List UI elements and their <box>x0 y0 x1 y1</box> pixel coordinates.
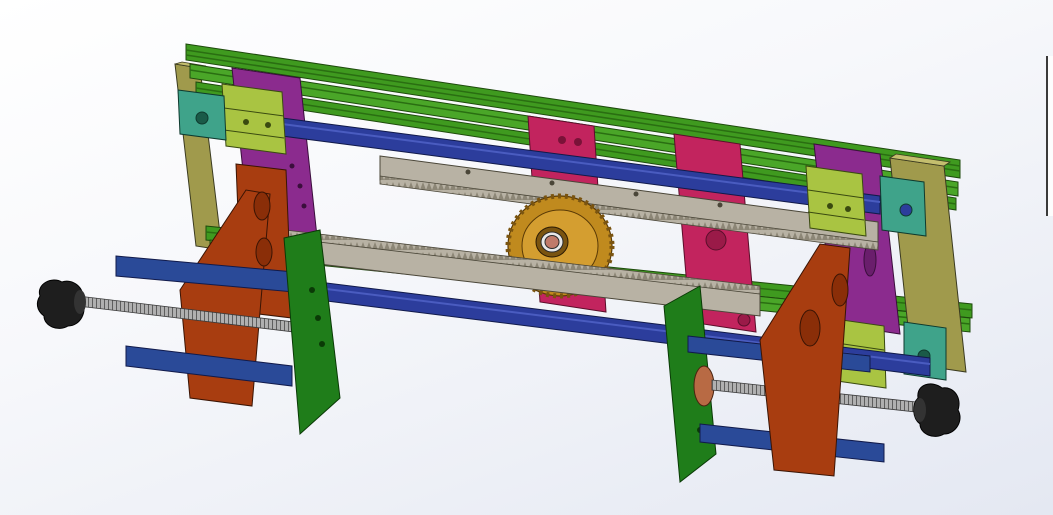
linear-bearing-block-upper-left <box>221 83 287 155</box>
clamp-bracket-right <box>759 243 851 477</box>
lead-screw-nut-right <box>693 365 715 407</box>
task-pane-edge[interactable] <box>1046 56 1053 216</box>
shaft-support-upper-left <box>177 89 227 141</box>
clamp-knob-left[interactable] <box>36 279 86 329</box>
shaft-support-upper-right <box>879 175 927 237</box>
linear-bearing-block-upper-right <box>805 165 867 237</box>
clamp-knob-right[interactable] <box>913 383 961 437</box>
cad-viewport[interactable] <box>0 0 1053 515</box>
assembly-model[interactable] <box>0 0 1053 515</box>
